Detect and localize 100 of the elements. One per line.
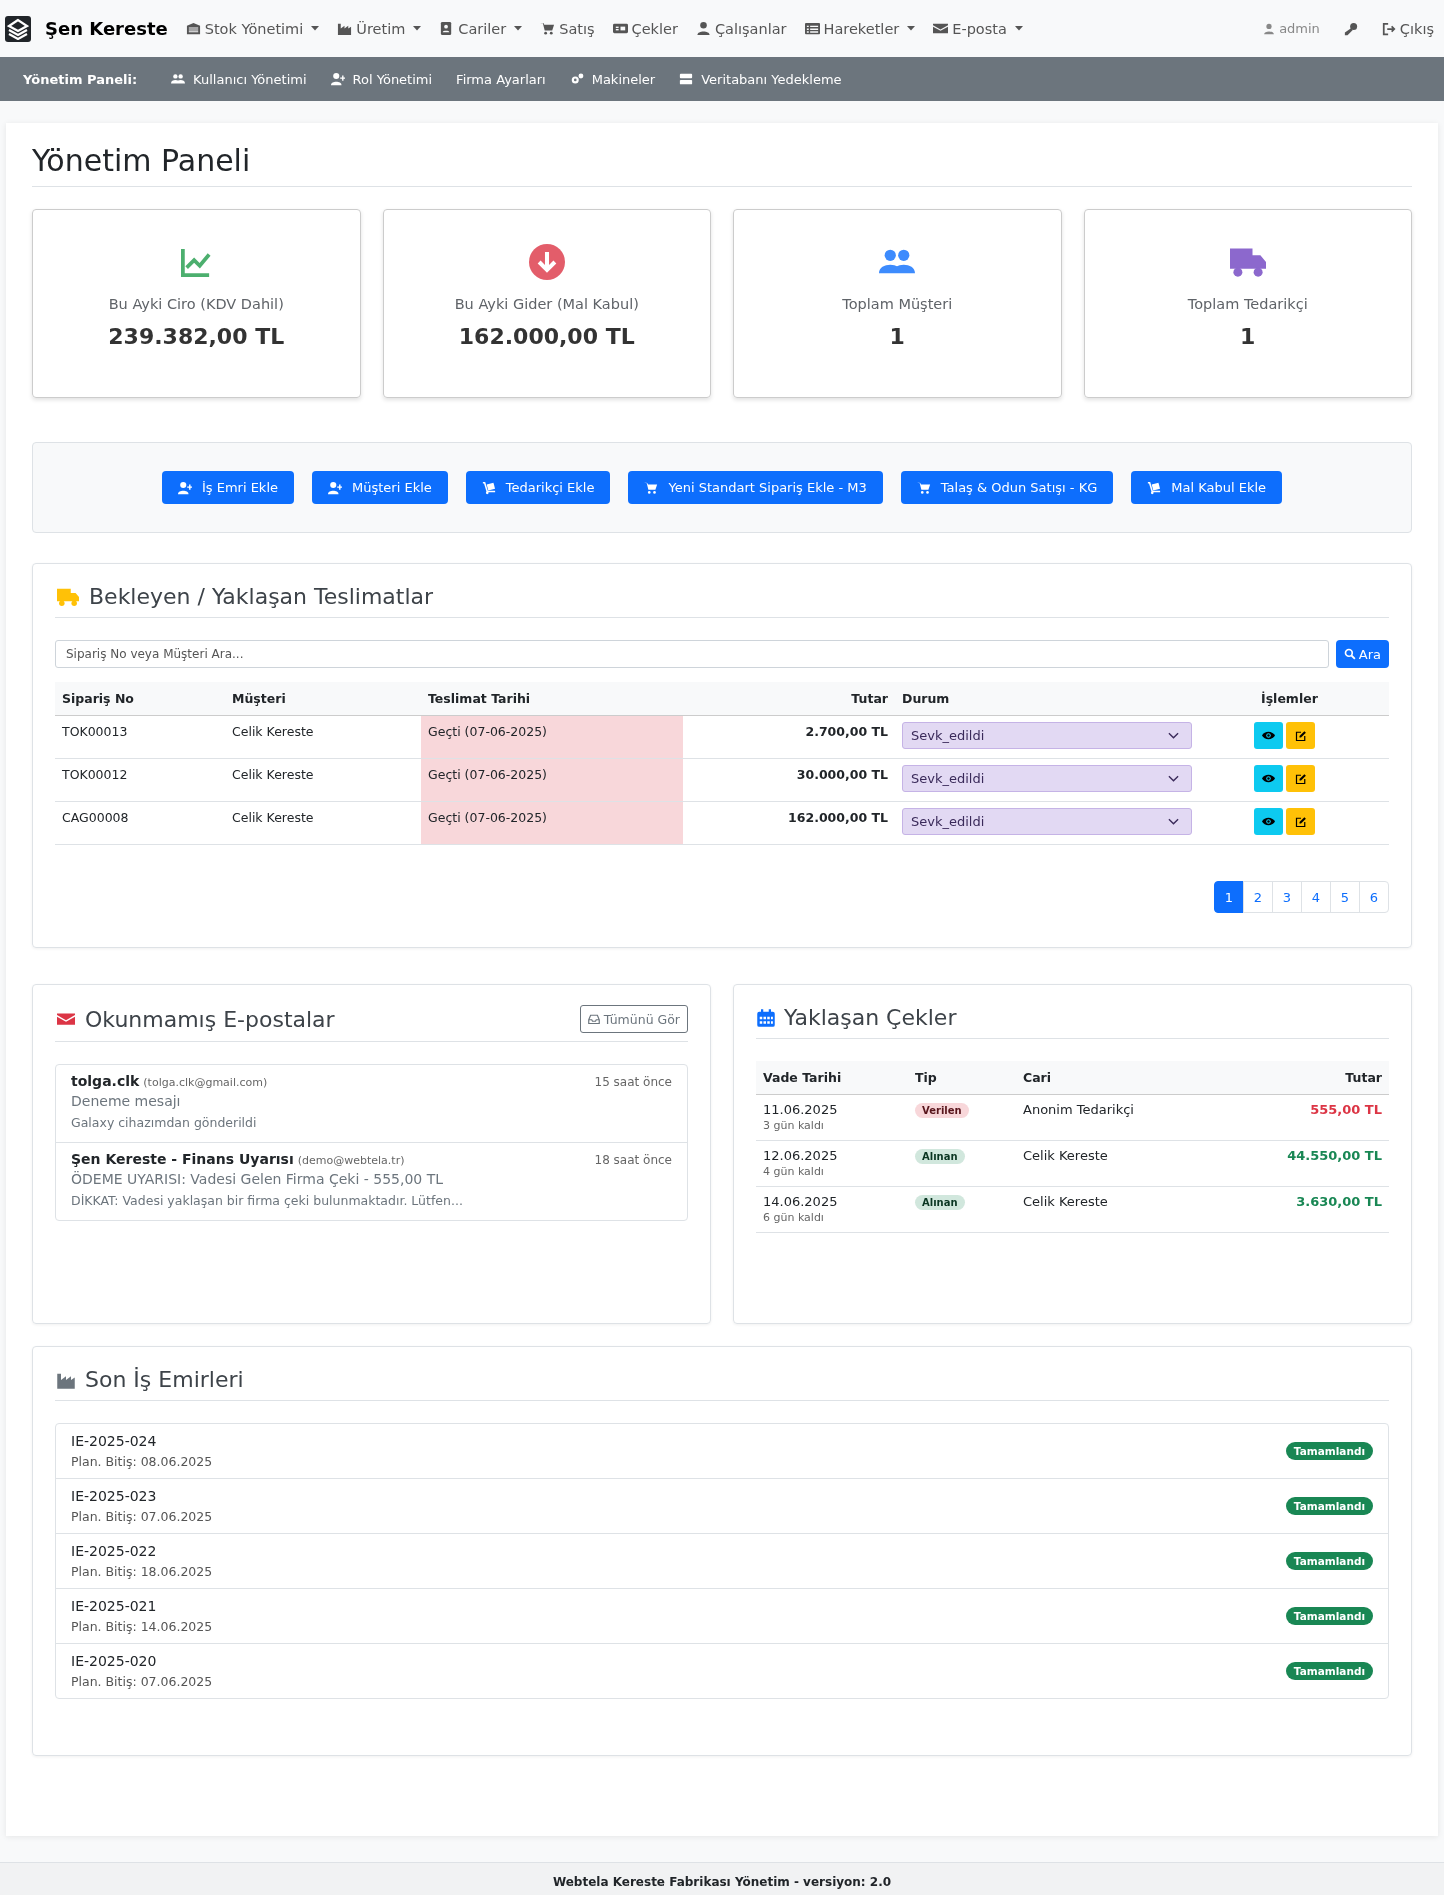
subnav-link[interactable]: Firma Ayarları — [456, 71, 546, 87]
work-order-item[interactable]: IE-2025-021 Plan. Bitiş: 14.06.2025 Tamamlandı — [56, 1589, 1388, 1644]
edit-icon — [1294, 729, 1307, 742]
edit-button[interactable] — [1286, 765, 1315, 792]
column-header: Durum — [895, 682, 1245, 716]
nav-menu-item[interactable]: Üretim — [337, 20, 422, 37]
quick-action-button[interactable]: Müşteri Ekle — [312, 471, 448, 504]
inbox-icon — [587, 1013, 600, 1025]
view-button[interactable] — [1254, 765, 1283, 792]
cart-icon — [644, 480, 659, 495]
check-type-badge: Alınan — [915, 1195, 965, 1210]
edit-button[interactable] — [1286, 808, 1315, 835]
page-title: Yönetim Paneli — [32, 143, 1412, 187]
nav-menu-item[interactable]: Satış — [540, 20, 595, 37]
plan-end-date: Plan. Bitiş: 07.06.2025 — [71, 1509, 213, 1524]
factory-icon — [337, 21, 353, 36]
page-link[interactable]: 3 — [1272, 881, 1302, 913]
status-badge: Tamamlandı — [1285, 1662, 1373, 1680]
status-dropdown[interactable]: Sevk_edildi — [902, 765, 1192, 792]
page-link[interactable]: 6 — [1359, 881, 1389, 913]
envelope-icon — [55, 1010, 77, 1028]
subnav-link[interactable]: Rol Yönetimi — [330, 71, 433, 87]
table-cell: 44.550,00 TL — [1215, 1140, 1389, 1187]
view-button[interactable] — [1254, 808, 1283, 835]
subnav-label: Yönetim Paneli: — [23, 71, 138, 87]
check-type-badge: Verilen — [915, 1103, 969, 1118]
logout-icon — [1381, 21, 1396, 36]
page-link[interactable]: 4 — [1301, 881, 1331, 913]
quick-action-button[interactable]: Mal Kabul Ekle — [1131, 471, 1283, 504]
email-time: 15 saat önce — [594, 1075, 672, 1089]
status-dropdown[interactable]: Sevk_edildi — [902, 722, 1192, 749]
edit-button[interactable] — [1286, 722, 1315, 749]
quick-action-button[interactable]: Yeni Standart Sipariş Ekle - M3 — [628, 471, 883, 504]
quick-action-button[interactable]: Talaş & Odun Satışı - KG — [900, 471, 1114, 504]
nav-menu-item[interactable]: Çalışanlar — [695, 20, 787, 37]
nav-menu-item[interactable]: E-posta — [933, 20, 1023, 37]
chevron-down-icon — [1168, 732, 1179, 739]
search-field[interactable]: Sipariş No veya Müşteri Ara... — [55, 640, 1329, 668]
work-order-item[interactable]: IE-2025-023 Plan. Bitiş: 07.06.2025 Tamamlandı — [56, 1479, 1388, 1534]
dolly-icon — [481, 480, 496, 495]
status-badge: Tamamlandı — [1285, 1607, 1373, 1625]
nav-menu-item[interactable]: Çekler — [612, 20, 678, 37]
page-link[interactable]: 1 — [1214, 881, 1244, 913]
edit-icon — [1294, 772, 1307, 785]
stat-value: 1 — [889, 324, 905, 349]
subnav-link[interactable]: Kullanıcı Yönetimi — [171, 71, 307, 87]
view-all-button[interactable]: Tümünü Gör — [579, 1005, 688, 1033]
email-item[interactable]: tolga.clk (tolga.clk@gmail.com) 15 saat önce Deneme mesajı Galaxy cihazımdan gönderildi — [56, 1065, 687, 1143]
work-order-code: IE-2025-024 — [71, 1433, 158, 1449]
password-link[interactable] — [1343, 21, 1358, 36]
subnav-link[interactable]: Makineler — [569, 71, 656, 87]
chevron-down-icon — [1168, 775, 1179, 782]
stat-value: 239.382,00 TL — [108, 324, 285, 349]
nav-menu-item[interactable]: Hareketler — [804, 20, 916, 37]
work-order-item[interactable]: IE-2025-024 Plan. Bitiş: 08.06.2025 Tamamlandı — [56, 1424, 1388, 1479]
building-icon — [185, 21, 201, 36]
stat-label: Bu Ayki Ciro (KDV Dahil) — [108, 296, 284, 312]
subnav-link[interactable]: Veritabanı Yedekleme — [679, 71, 842, 87]
work-order-item[interactable]: IE-2025-022 Plan. Bitiş: 18.06.2025 Tamamlandı — [56, 1534, 1388, 1589]
table-cell: 3.630,00 TL — [1215, 1186, 1389, 1233]
work-order-code: IE-2025-022 — [71, 1543, 158, 1559]
email-preview: DİKKAT: Vadesi yaklaşan bir firma çeki bulunmaktadır. Lütfen... — [71, 1193, 464, 1208]
email-item[interactable]: Şen Kereste - Finans Uyarısı (demo@webtela.tr) 18 saat önce ÖDEME UYARISI: Vadesi Gelen Firma Çeki - 555,00 TL DİKKAT: Vadesi yaklaşan bir firma çeki bulunmaktadır. Lütfen... — [56, 1143, 687, 1220]
work-order-code: IE-2025-023 — [71, 1488, 158, 1504]
edit-icon — [1294, 815, 1307, 828]
key-icon — [1343, 21, 1358, 36]
plan-end-date: Plan. Bitiş: 07.06.2025 — [71, 1674, 213, 1689]
quick-action-button[interactable]: İş Emri Ekle — [161, 471, 294, 504]
calendar-icon — [756, 1006, 776, 1029]
nav-menu-item[interactable]: Cariler — [439, 20, 523, 37]
eye-icon — [1262, 772, 1275, 785]
eye-icon — [1262, 815, 1275, 828]
table-cell: Celik Kereste — [1016, 1186, 1216, 1233]
quick-action-button[interactable]: Tedarikçi Ekle — [465, 471, 611, 504]
card-title: Bekleyen / Yaklaşan Teslimatlar — [89, 584, 435, 609]
logout-link[interactable]: Çıkış — [1381, 20, 1434, 37]
page-link[interactable]: 5 — [1330, 881, 1360, 913]
column-header: Müşteri — [225, 682, 421, 716]
card-title: Yaklaşan Çekler — [784, 1005, 958, 1030]
view-button[interactable] — [1254, 722, 1283, 749]
plan-end-date: Plan. Bitiş: 14.06.2025 — [71, 1619, 213, 1634]
stat-value: 162.000,00 TL — [458, 324, 635, 349]
days-remaining: 6 gün kaldı — [763, 1211, 825, 1224]
plan-end-date: Plan. Bitiş: 18.06.2025 — [71, 1564, 213, 1579]
table-cell: 162.000,00 TL — [683, 801, 895, 845]
list-icon — [804, 21, 820, 36]
page-link[interactable]: 2 — [1243, 881, 1273, 913]
work-order-item[interactable]: IE-2025-020 Plan. Bitiş: 07.06.2025 Tamamlandı — [56, 1644, 1388, 1698]
due-date: 12.06.2025 — [763, 1148, 839, 1163]
person-icon — [1263, 22, 1276, 35]
days-remaining: 4 gün kaldı — [763, 1165, 825, 1178]
brand-name[interactable]: Şen Kereste — [45, 18, 168, 39]
stat-label: Toplam Müşteri — [842, 296, 953, 312]
search-button[interactable]: Ara — [1335, 640, 1389, 668]
envelope-icon — [933, 21, 949, 36]
column-header: Tutar — [683, 682, 895, 716]
nav-menu-item[interactable]: Stok Yönetimi — [185, 20, 320, 37]
dolly-icon — [1147, 480, 1162, 495]
status-dropdown[interactable]: Sevk_edildi — [902, 808, 1192, 835]
table-cell: 555,00 TL — [1215, 1094, 1389, 1141]
